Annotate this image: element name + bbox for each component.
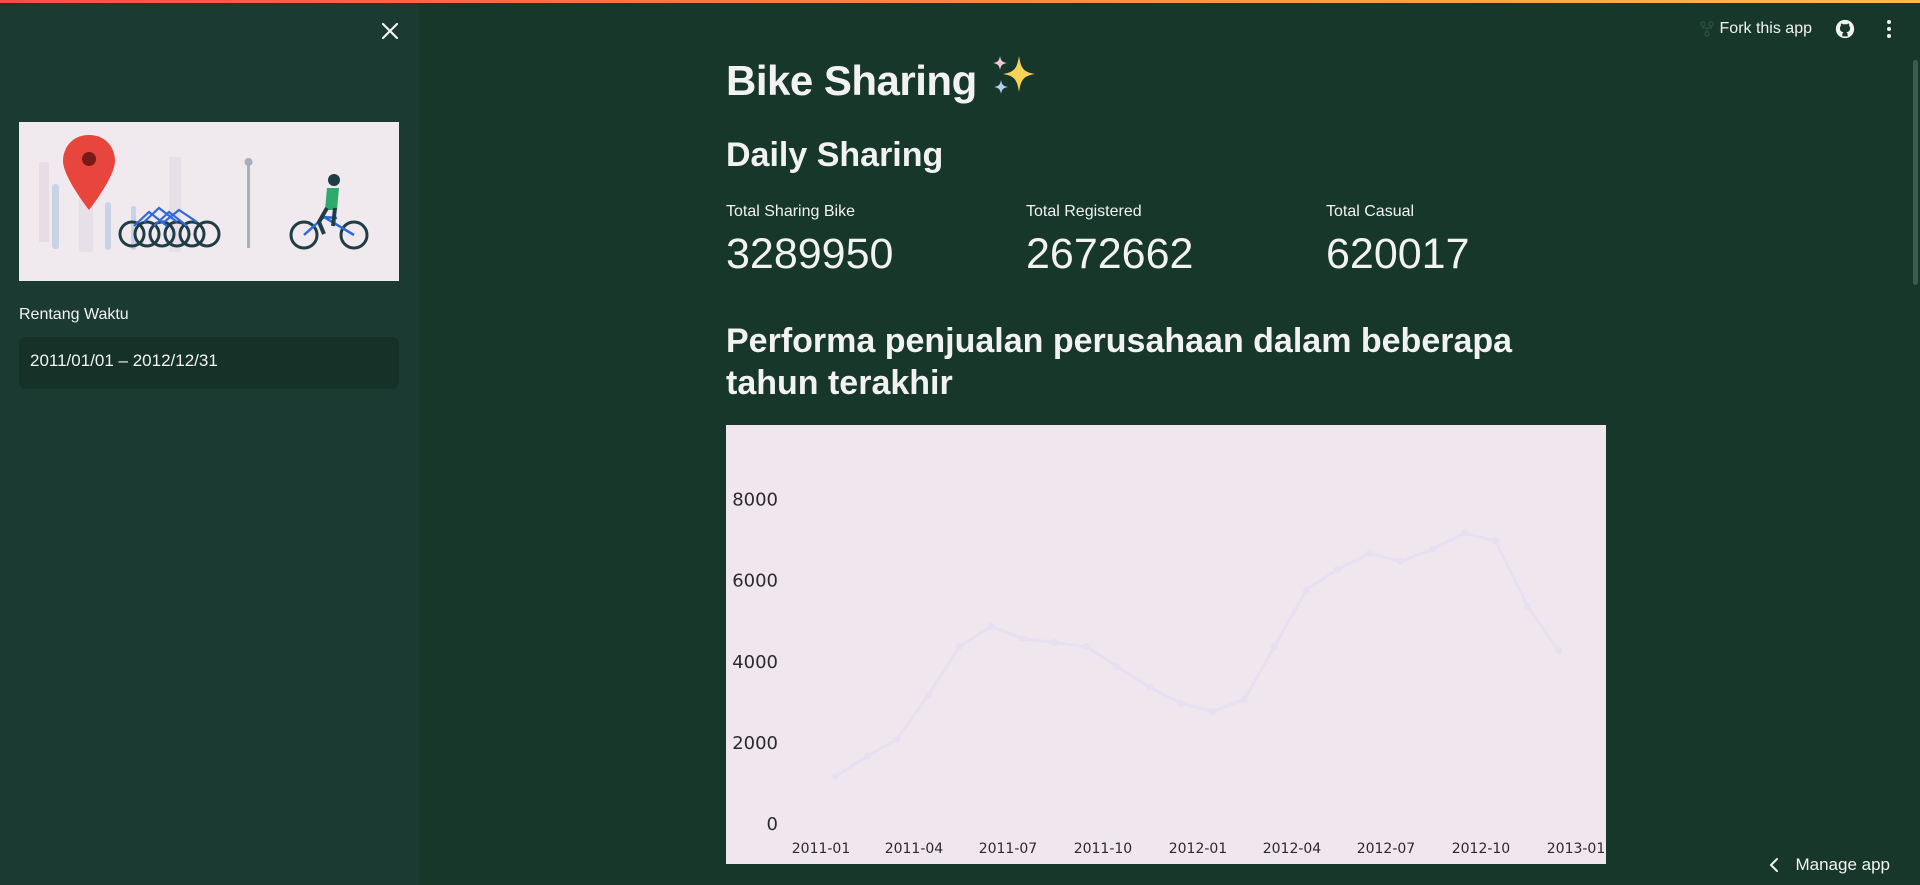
metric-total-casual: Total Casual 620017 bbox=[1326, 203, 1606, 278]
date-range-label: Rentang Waktu bbox=[19, 306, 129, 323]
data-point bbox=[1554, 647, 1562, 655]
data-point bbox=[1396, 557, 1404, 565]
y-tick-label: 6000 bbox=[732, 571, 778, 592]
chart-title: Performa penjualan perusahaan dalam bebe… bbox=[726, 322, 1513, 402]
fork-app-label: Fork this app bbox=[1719, 20, 1812, 37]
y-tick-label: 0 bbox=[767, 814, 778, 835]
x-tick-label: 2013-01 bbox=[1547, 841, 1606, 857]
metric-value: 3289950 bbox=[726, 230, 894, 278]
metric-value: 620017 bbox=[1326, 230, 1470, 278]
github-icon[interactable] bbox=[1834, 18, 1856, 40]
sidebar: Rentang Waktu 2011/01/01 – 2012/12/31 bbox=[0, 0, 419, 885]
data-point bbox=[892, 736, 900, 744]
data-point bbox=[1270, 643, 1278, 651]
data-point bbox=[1050, 639, 1058, 646]
y-tick-label: 8000 bbox=[732, 490, 778, 511]
data-point bbox=[1491, 537, 1499, 545]
x-tick-label: 2012-04 bbox=[1263, 841, 1322, 857]
data-point bbox=[924, 691, 932, 699]
data-point bbox=[1333, 566, 1341, 573]
sparkles-icon bbox=[989, 52, 1037, 108]
data-point bbox=[1145, 683, 1153, 691]
chart-svg: 0 2000 4000 6000 8000 2011-01 2011-04 2011-07 20… bbox=[732, 490, 1606, 857]
data-point bbox=[987, 622, 995, 630]
data-point bbox=[1240, 695, 1248, 703]
bike-sharing-illustration bbox=[19, 122, 399, 281]
x-tick-label: 2011-10 bbox=[1074, 841, 1133, 857]
close-sidebar-button[interactable] bbox=[377, 18, 403, 44]
data-point bbox=[863, 752, 871, 760]
data-point bbox=[1082, 643, 1090, 651]
x-tick-label: 2012-10 bbox=[1452, 841, 1511, 857]
sharing-line-chart[interactable]: 0 2000 4000 6000 8000 2011-01 2011-04 2011-07 20… bbox=[726, 425, 1606, 864]
data-point bbox=[1176, 699, 1184, 707]
page-title-text: Bike Sharing bbox=[726, 57, 977, 104]
more-options-icon[interactable] bbox=[1878, 18, 1900, 40]
data-point bbox=[1208, 707, 1216, 715]
x-tick-label: 2012-01 bbox=[1169, 841, 1228, 857]
fork-app-button[interactable]: Fork this app bbox=[1699, 20, 1812, 38]
x-tick-label: 2011-07 bbox=[979, 841, 1038, 857]
x-tick-label: 2011-01 bbox=[792, 841, 851, 857]
metric-label: Total Casual bbox=[1326, 203, 1415, 220]
data-point bbox=[1428, 545, 1436, 553]
metric-label: Total Sharing Bike bbox=[726, 203, 855, 220]
page-title: Bike Sharing bbox=[726, 52, 1037, 108]
manage-app-label: Manage app bbox=[1795, 855, 1890, 874]
metric-label: Total Registered bbox=[1026, 203, 1142, 220]
manage-app-button[interactable]: Manage app bbox=[1769, 855, 1890, 875]
fork-icon bbox=[1699, 21, 1714, 37]
scrollbar[interactable] bbox=[1913, 60, 1918, 285]
top-accent-bar bbox=[0, 0, 1920, 3]
y-tick-label: 2000 bbox=[732, 733, 778, 754]
section-title: Daily Sharing bbox=[726, 136, 944, 174]
app-toolbar: Fork this app bbox=[1699, 16, 1900, 42]
metric-total-registered: Total Registered 2672662 bbox=[1026, 203, 1306, 278]
data-point bbox=[1018, 634, 1026, 642]
metric-value: 2672662 bbox=[1026, 230, 1194, 278]
data-point bbox=[831, 772, 839, 780]
data-point bbox=[1365, 549, 1373, 557]
data-point bbox=[955, 643, 963, 651]
x-tick-label: 2012-07 bbox=[1357, 841, 1416, 857]
data-point bbox=[1302, 586, 1310, 594]
data-point bbox=[1523, 602, 1531, 610]
data-point bbox=[1460, 529, 1468, 537]
series-line bbox=[834, 531, 1560, 778]
y-tick-label: 4000 bbox=[732, 652, 778, 673]
close-icon bbox=[381, 22, 399, 40]
metric-total-sharing: Total Sharing Bike 3289950 bbox=[726, 203, 1006, 278]
data-point bbox=[1113, 663, 1121, 671]
x-tick-label: 2011-04 bbox=[885, 841, 944, 857]
date-range-input[interactable]: 2011/01/01 – 2012/12/31 bbox=[19, 337, 399, 389]
chevron-left-icon bbox=[1770, 858, 1779, 872]
